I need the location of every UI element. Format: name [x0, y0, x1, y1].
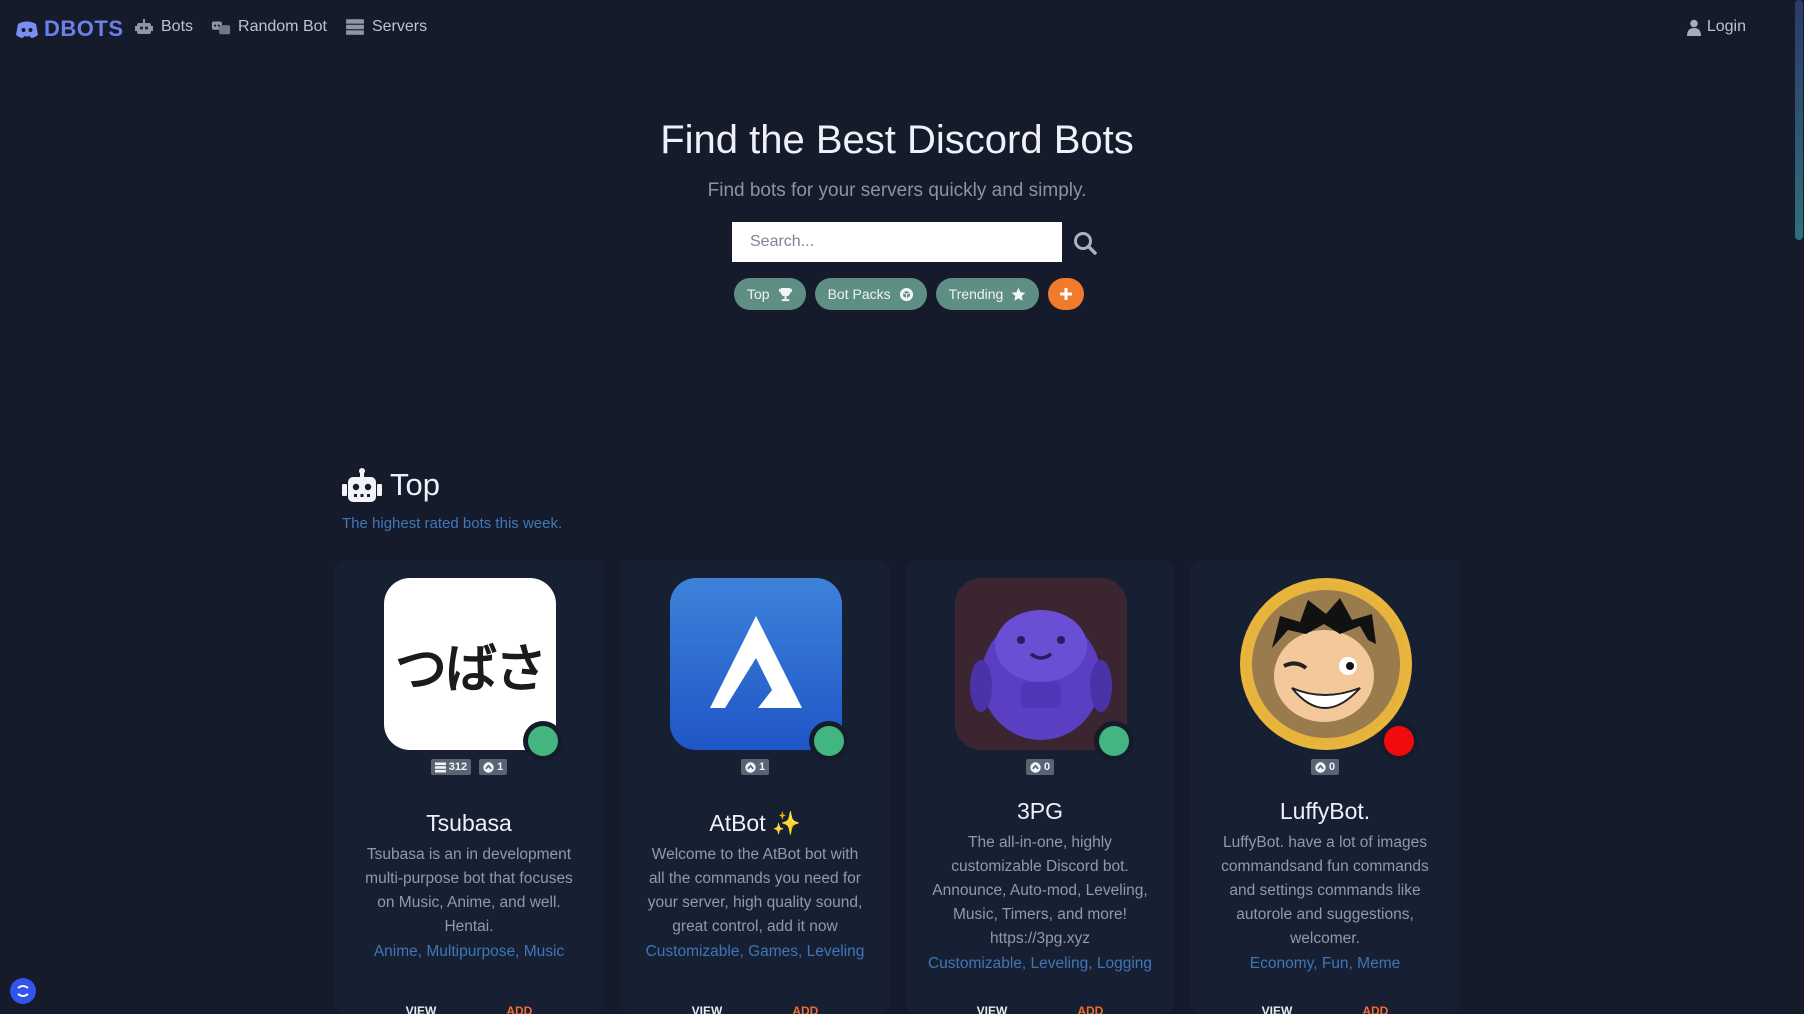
vote-count: 0	[1043, 761, 1051, 773]
hero-subtitle: Find bots for your servers quickly and s…	[707, 180, 1087, 201]
bot-card-3pg[interactable]: 0 3PG The all-in-one, highly customizabl…	[905, 560, 1175, 1014]
bot-card-luffybot[interactable]: 0 LuffyBot. LuffyBot. have a lot of imag…	[1190, 560, 1460, 1014]
trophy-icon	[778, 287, 792, 301]
status-indicator	[1094, 721, 1134, 761]
add-button[interactable]: ADD	[506, 1004, 532, 1014]
robot-icon	[342, 468, 382, 502]
section-title: Top	[390, 467, 440, 502]
bot-actions: VIEW ADD	[905, 1004, 1175, 1014]
upvote-icon	[1315, 761, 1326, 773]
bot-description: Tsubasa is an in development multi-purpo…	[365, 846, 573, 935]
brand-logo[interactable]: DBOTS	[14, 16, 124, 42]
plus-icon	[1060, 288, 1073, 300]
vote-count-badge: 1	[479, 759, 508, 775]
tag-label: Bot Packs	[827, 286, 891, 302]
box-icon	[899, 287, 913, 301]
bot-stats: 0	[905, 759, 1175, 775]
vote-count-badge: 0	[1025, 759, 1055, 775]
tag-bot-packs[interactable]: Bot Packs	[814, 278, 927, 310]
bot-tags[interactable]: Customizable, Leveling, Logging	[905, 955, 1175, 973]
nav-item-servers[interactable]: Servers	[345, 18, 427, 36]
brand-name: DBOTS	[44, 16, 124, 41]
status-indicator	[1379, 721, 1419, 761]
vote-count: 0	[1328, 761, 1336, 773]
page: DBOTS Bots Random Bot Servers Login Find…	[0, 0, 1804, 1014]
robot-icon	[135, 19, 153, 34]
vote-count: 1	[497, 761, 504, 773]
discord-logo-icon	[16, 21, 38, 38]
view-button[interactable]: VIEW	[406, 1004, 437, 1014]
login-link[interactable]: Login	[1686, 18, 1746, 36]
status-dot	[814, 726, 844, 756]
bot-description: Welcome to the AtBot bot with all the co…	[647, 846, 863, 935]
login-label: Login	[1706, 18, 1746, 35]
tag-top[interactable]: Top	[734, 278, 806, 310]
bot-name[interactable]: LuffyBot.	[1190, 798, 1460, 825]
add-bot-button[interactable]	[1048, 278, 1085, 310]
nav-menu: Bots Random Bot Servers	[134, 18, 427, 36]
bot-tags[interactable]: Customizable, Games, Leveling	[620, 943, 890, 961]
bot-description: LuffyBot. have a lot of images commandsa…	[1221, 834, 1429, 947]
add-button[interactable]: ADD	[1362, 1004, 1388, 1014]
scrollbar[interactable]	[1794, 0, 1804, 1014]
bot-name[interactable]: Tsubasa	[334, 810, 604, 837]
user-icon	[1686, 19, 1701, 36]
upvote-icon	[1030, 761, 1041, 773]
view-button[interactable]: VIEW	[1262, 1004, 1293, 1014]
bot-stats: 0	[1190, 759, 1460, 775]
bot-tags[interactable]: Economy, Fun, Meme	[1190, 955, 1460, 973]
server-count-badge: 312	[430, 759, 472, 775]
add-button[interactable]: ADD	[1077, 1004, 1103, 1014]
bot-avatar-text: つばさ	[394, 639, 547, 700]
search-input[interactable]	[732, 222, 1062, 262]
bot-card-tsubasa[interactable]: つばさ 312 1 Tsubasa Tsubasa is an in devel…	[334, 560, 604, 1014]
status-indicator	[809, 721, 849, 761]
vote-count-badge: 1	[740, 759, 770, 775]
support-chat-button[interactable]	[10, 978, 36, 1004]
bot-actions: VIEW ADD	[1190, 1004, 1460, 1014]
bot-stats: 312 1	[334, 759, 604, 775]
tag-label: Trending	[948, 286, 1004, 302]
bot-name[interactable]: AtBot ✨	[620, 810, 890, 837]
server-icon	[434, 762, 446, 772]
robots-icon	[211, 21, 231, 35]
upvote-icon	[483, 761, 494, 773]
bot-card-atbot[interactable]: 1 AtBot ✨ Welcome to the AtBot bot with …	[620, 560, 890, 1014]
filter-tags: Top Bot Packs Trending	[734, 278, 1085, 310]
search-icon[interactable]	[1072, 230, 1098, 256]
upvote-icon	[745, 761, 756, 773]
bot-stats: 1	[620, 759, 890, 775]
server-icon	[346, 19, 364, 35]
view-button[interactable]: VIEW	[977, 1004, 1008, 1014]
bot-name[interactable]: 3PG	[905, 798, 1175, 825]
bot-tags[interactable]: Anime, Multipurpose, Music	[334, 943, 604, 961]
bot-actions: VIEW ADD	[620, 1004, 890, 1014]
bot-description: The all-in-one, highly customizable Disc…	[932, 834, 1148, 947]
tag-label: Top	[747, 286, 770, 302]
bot-actions: VIEW ADD	[334, 1004, 604, 1014]
nav-item-label: Random Bot	[238, 18, 327, 35]
hero-title: Find the Best Discord Bots	[660, 118, 1134, 162]
add-button[interactable]: ADD	[792, 1004, 818, 1014]
status-dot	[528, 726, 558, 756]
nav-item-random-bot[interactable]: Random Bot	[211, 18, 327, 36]
vote-count-badge: 0	[1310, 759, 1340, 775]
status-dot	[1099, 726, 1129, 756]
nav-item-label: Bots	[161, 18, 194, 35]
status-dot	[1384, 726, 1414, 756]
chat-icon	[17, 985, 29, 997]
navbar: DBOTS Bots Random Bot Servers Login	[0, 0, 1804, 58]
nav-item-label: Servers	[371, 18, 428, 35]
star-icon	[1012, 287, 1026, 301]
nav-item-bots[interactable]: Bots	[134, 18, 193, 36]
status-indicator	[523, 721, 563, 761]
server-count: 312	[448, 761, 468, 773]
scrollbar-thumb[interactable]	[1795, 0, 1803, 240]
section-subtitle: The highest rated bots this week.	[342, 515, 563, 532]
view-button[interactable]: VIEW	[692, 1004, 723, 1014]
vote-count: 1	[758, 761, 766, 773]
tag-trending[interactable]: Trending	[935, 278, 1040, 310]
